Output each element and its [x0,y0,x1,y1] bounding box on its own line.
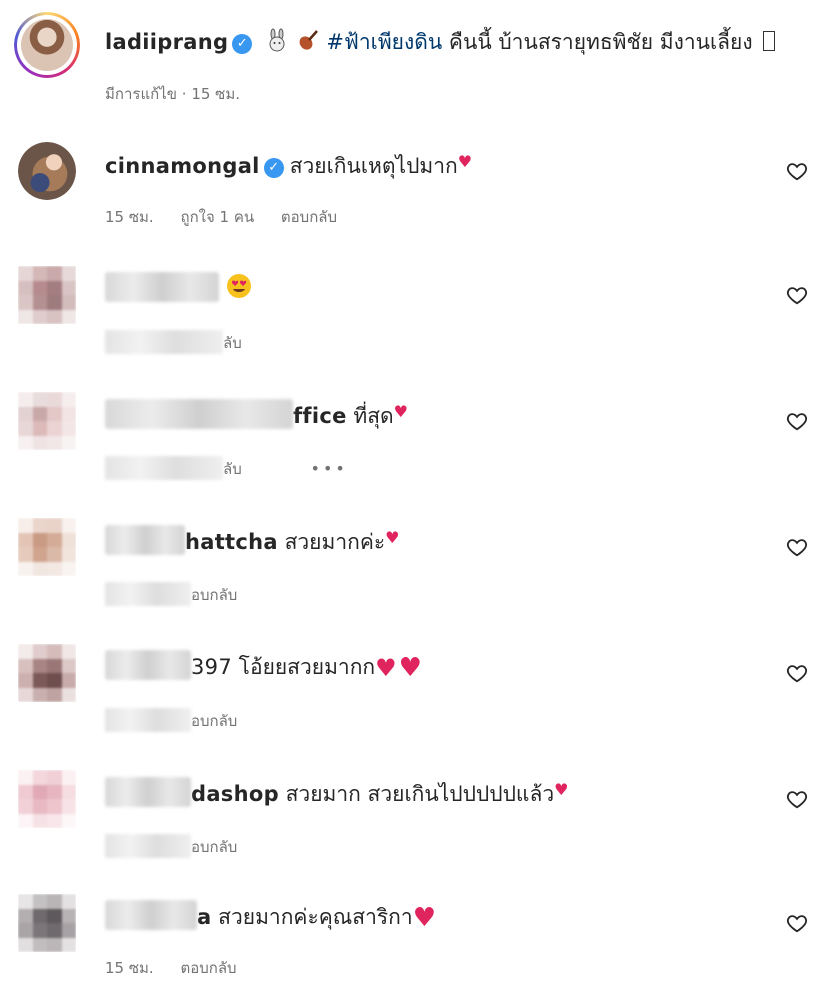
comment-line [105,272,252,306]
comment-username[interactable]: cinnamongal [105,154,260,178]
comment-text: สวยมาก สวยเกินไปปปปปแล้ว [285,782,555,806]
comment-text: ที่สุด [353,404,394,428]
heart-emoji-icon: ♥ [375,654,397,682]
comment-meta: ลับ [105,330,264,354]
hashtag-link[interactable]: #ฟ้าเพียงดิน [326,30,442,54]
comment-row: ลับ [0,256,820,366]
caption-meta: มีการแก้ไข · 15 ซม. [105,84,262,104]
comment-meta: 15 ซม. ถูกใจ 1 คน ตอบกลับ [105,207,359,227]
blurred-username [105,272,219,302]
heart-outline-icon[interactable] [786,788,808,810]
reply-button[interactable]: อบกลับ [191,586,237,604]
comment-time: 15 ซม. [105,959,154,977]
comment-time: 15 ซม. [105,208,154,226]
comment-row: ffice ที่สุด♥ ลับ ••• [0,382,820,492]
comment-line: a สวยมากค่ะคุณสาริกา♥ [105,900,436,932]
heart-outline-icon[interactable] [786,160,808,182]
post-author-username[interactable]: ladiiprang [105,30,228,54]
reply-button[interactable]: ลับ [223,460,242,478]
commenter-avatar[interactable] [18,518,76,576]
comment-meta: 15 ซม. ตอบกลับ [105,958,259,978]
comment-row: cinnamongal ✓ สวยเกินเหตุไปมาก♥ 15 ซม. ถูก… [0,130,820,240]
heart-outline-icon[interactable] [786,662,808,684]
comment-line: 397 โอ้ยยสวยมากก♥♥ [105,650,422,682]
heart-outline-icon[interactable] [786,410,808,432]
comment-line: cinnamongal ✓ สวยเกินเหตุไปมาก♥ [105,148,472,180]
heart-emoji-icon: ♥ [457,152,473,171]
reply-button[interactable]: อบกลับ [191,712,237,730]
blurred-meta [105,834,191,858]
blurred-username [105,525,185,555]
reply-button[interactable]: อบกลับ [191,838,237,856]
comment-row: a สวยมากค่ะคุณสาริกา♥ 15 ซม. ตอบกลับ [0,886,820,1000]
comment-meta: อบกลับ [105,834,259,858]
comment-meta: อบกลับ [105,582,259,606]
commenter-avatar[interactable] [18,894,76,952]
caption-text: คืนนี้ บ้านสรายุทธพิชัย มีงานเลี้ยง [448,30,753,54]
comment-text: สวยมากค่ะคุณสาริกา [218,905,413,929]
verified-badge-icon: ✓ [263,158,284,178]
blurred-meta [105,456,223,480]
blurred-username [105,399,293,429]
violin-emoji-icon [296,28,320,59]
post-caption-row: ladiiprang ✓ #ฟ้าเพียงดิน คืนนี้ บ้านสราย… [0,0,820,110]
comment-meta: ลับ ••• [105,456,370,480]
comment-text: สวยเกินเหตุไปมาก [289,154,458,178]
commenter-avatar[interactable] [18,392,76,450]
comment-row: 397 โอ้ยยสวยมากก♥♥ อบกลับ [0,634,820,744]
blurred-username [105,777,191,807]
verified-badge-icon: ✓ [232,34,253,54]
commenter-avatar[interactable] [18,142,76,200]
edited-label: มีการแก้ไข · 15 ซม. [105,85,241,103]
comment-row: dashop สวยมาก สวยเกินไปปปปปแล้ว♥ อบกลับ [0,760,820,870]
caption-line: ladiiprang ✓ #ฟ้าเพียงดิน คืนนี้ บ้านสราย… [105,28,776,59]
heart-emoji-icon: ♥ [385,528,400,547]
heart-outline-icon[interactable] [786,284,808,306]
comment-text: สวยมากค่ะ [284,530,386,554]
rabbit-emoji-icon [265,28,289,59]
heart-outline-icon[interactable] [786,912,808,934]
comment-text: โอ้ยยสวยมากก [238,655,376,679]
missing-glyph-icon [763,31,776,51]
blurred-meta [105,708,191,732]
comment-line: ffice ที่สุด♥ [105,398,408,430]
reply-button[interactable]: ตอบกลับ [281,208,337,226]
comment-username[interactable]: hattcha [185,530,278,554]
comment-row: hattcha สวยมากค่ะ♥ อบกลับ [0,508,820,618]
heart-emoji-icon: ♥ [393,402,409,421]
blurred-meta [105,582,191,606]
heart-eyes-emoji-icon [226,273,252,306]
heart-emoji-icon: ♥ [554,780,569,799]
comment-username[interactable]: 397 [191,655,232,679]
commenter-avatar[interactable] [18,770,76,828]
post-author-avatar[interactable] [14,12,80,78]
commenter-avatar[interactable] [18,644,76,702]
heart-outline-icon[interactable] [786,536,808,558]
comment-username[interactable]: dashop [191,782,279,806]
blurred-meta [105,330,223,354]
more-options-icon[interactable]: ••• [311,459,348,478]
comment-meta: อบกลับ [105,708,259,732]
comment-likes[interactable]: ถูกใจ 1 คน [180,208,254,226]
reply-button[interactable]: ลับ [223,334,242,352]
reply-button[interactable]: ตอบกลับ [180,959,236,977]
growing-heart-emoji-icon: ♥ [412,903,437,933]
blurred-username [105,900,197,930]
blurred-username [105,650,191,680]
comment-line: hattcha สวยมากค่ะ♥ [105,524,400,556]
comment-username[interactable]: a [197,905,211,929]
comment-line: dashop สวยมาก สวยเกินไปปปปปแล้ว♥ [105,776,568,808]
comment-username[interactable]: ffice [293,404,347,428]
commenter-avatar[interactable] [18,266,76,324]
growing-heart-emoji-icon: ♥ [398,653,422,683]
